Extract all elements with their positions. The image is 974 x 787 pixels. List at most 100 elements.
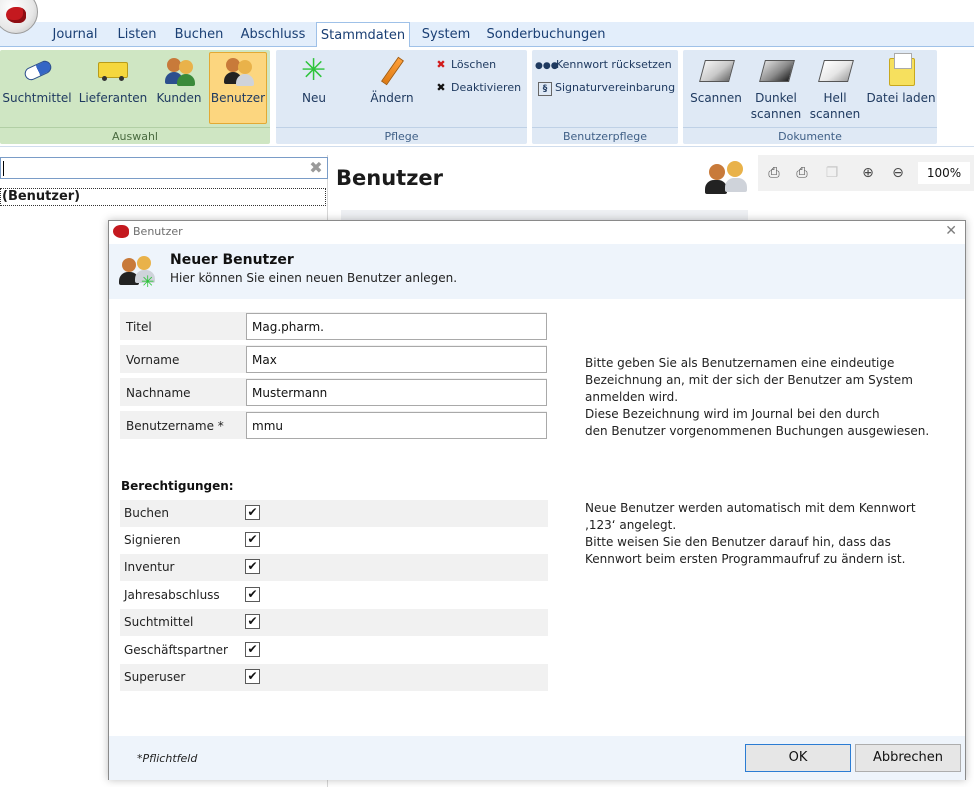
dialog-footer: *Pflichtfeld OK Abbrechen bbox=[109, 736, 965, 780]
copy-icon[interactable]: ❐ bbox=[822, 164, 842, 182]
hell-label-2: scannen bbox=[809, 107, 861, 121]
info-line: Kennwort beim ersten Programmaufruf zu ä… bbox=[585, 552, 906, 566]
permission-row-geschaeftspartner: Geschäftspartner ✔ bbox=[120, 637, 548, 664]
kennwort-label: Kennwort rücksetzen bbox=[556, 58, 672, 71]
permission-label: Superuser bbox=[124, 670, 186, 684]
permission-checkbox-suchtmittel[interactable]: ✔ bbox=[245, 614, 260, 629]
permission-row-jahresabschluss: Jahresabschluss ✔ bbox=[120, 582, 548, 609]
dialog-header-subtitle: Hier können Sie einen neuen Benutzer anl… bbox=[170, 271, 458, 285]
permission-row-buchen: Buchen ✔ bbox=[120, 500, 548, 527]
ribbon-group-title: Auswahl bbox=[0, 127, 270, 144]
paragraph-icon: § bbox=[538, 82, 552, 96]
aendern-button[interactable]: Ändern bbox=[358, 53, 426, 123]
ribbon-group-title: Benutzerpflege bbox=[532, 127, 678, 144]
titel-field[interactable] bbox=[246, 313, 547, 340]
permission-checkbox-signieren[interactable]: ✔ bbox=[245, 532, 260, 547]
titel-label: Titel bbox=[126, 320, 152, 334]
tab-system[interactable]: System bbox=[418, 24, 474, 47]
permission-checkbox-superuser[interactable]: ✔ bbox=[245, 669, 260, 684]
zoom-level[interactable]: 100% bbox=[918, 162, 970, 184]
scannen-label: Scannen bbox=[690, 91, 742, 105]
lieferanten-button[interactable]: Lieferanten bbox=[77, 53, 149, 123]
suchtmittel-button[interactable]: Suchtmittel bbox=[2, 53, 72, 123]
kennwort-ruecksetzen-button[interactable]: ●●●Kennwort rücksetzen bbox=[535, 56, 672, 74]
ribbon-group-dokumente: Scannen Dunkel scannen Hell scannen Date… bbox=[683, 50, 937, 144]
username-info-text: Bitte geben Sie als Benutzernamen eine e… bbox=[585, 355, 935, 440]
suchtmittel-label: Suchtmittel bbox=[2, 91, 72, 105]
customers-icon bbox=[163, 56, 195, 86]
ribbon: Suchtmittel Lieferanten Kunden Benutzer bbox=[0, 47, 974, 147]
ok-button[interactable]: OK bbox=[745, 744, 851, 772]
pill-icon bbox=[21, 56, 54, 86]
close-icon[interactable]: ✕ bbox=[945, 223, 957, 239]
aendern-label: Ändern bbox=[370, 91, 414, 105]
benutzer-label: Benutzer bbox=[210, 91, 266, 105]
permission-checkbox-buchen[interactable]: ✔ bbox=[245, 505, 260, 520]
neu-button[interactable]: ✳ Neu bbox=[282, 53, 346, 123]
scannen-button[interactable]: Scannen bbox=[687, 53, 745, 123]
dialog-titlebar: Benutzer ✕ bbox=[109, 221, 965, 244]
deaktivieren-label: Deaktivieren bbox=[451, 81, 522, 94]
vorname-row: Vorname bbox=[120, 345, 547, 373]
ribbon-group-auswahl: Suchtmittel Lieferanten Kunden Benutzer bbox=[0, 50, 270, 144]
permission-checkbox-geschaeftspartner[interactable]: ✔ bbox=[245, 642, 260, 657]
ribbon-group-title: Dokumente bbox=[683, 127, 937, 144]
zoom-in-icon[interactable]: ⊕ bbox=[858, 164, 878, 182]
permission-label: Jahresabschluss bbox=[124, 588, 220, 602]
permission-label: Buchen bbox=[124, 506, 170, 520]
tab-listen[interactable]: Listen bbox=[112, 24, 162, 47]
dialog-header-title: Neuer Benutzer bbox=[170, 252, 294, 268]
zoom-out-icon[interactable]: ⊖ bbox=[888, 164, 908, 182]
benutzer-button[interactable]: Benutzer bbox=[209, 52, 267, 124]
benutzername-row: Benutzername * bbox=[120, 411, 547, 439]
scan-dark-icon[interactable]: ⎙ bbox=[792, 164, 812, 182]
tab-stammdaten[interactable]: Stammdaten bbox=[316, 22, 410, 48]
permission-row-superuser: Superuser ✔ bbox=[120, 664, 548, 691]
clear-icon[interactable]: ✖ bbox=[307, 159, 325, 177]
users-icon bbox=[703, 160, 749, 196]
new-user-icon: ✳ bbox=[119, 254, 159, 290]
hell-label-1: Hell bbox=[823, 91, 847, 105]
kunden-label: Kunden bbox=[156, 91, 202, 105]
vorname-field[interactable] bbox=[246, 346, 547, 373]
permission-checkbox-jahresabschluss[interactable]: ✔ bbox=[245, 587, 260, 602]
permission-checkbox-inventur[interactable]: ✔ bbox=[245, 559, 260, 574]
permission-label: Geschäftspartner bbox=[124, 643, 228, 657]
tab-sonderbuchungen[interactable]: Sonderbuchungen bbox=[482, 24, 610, 47]
scan-icon[interactable]: ⎙ bbox=[764, 164, 784, 182]
neu-label: Neu bbox=[302, 91, 326, 105]
ribbon-group-pflege: ✳ Neu Ändern ✖ Löschen ✖ Deaktivieren Pfle… bbox=[276, 50, 527, 144]
benutzername-field[interactable] bbox=[246, 412, 547, 439]
nachname-row: Nachname bbox=[120, 378, 547, 406]
info-line: Bezeichnung an, mit der sich der Benutze… bbox=[585, 373, 913, 387]
tab-abschluss[interactable]: Abschluss bbox=[236, 24, 310, 47]
signatur-label: Signaturvereinbarung bbox=[555, 81, 676, 94]
datei-laden-button[interactable]: Datei laden bbox=[865, 53, 937, 123]
page-title: Benutzer bbox=[336, 166, 444, 190]
info-line: ‚123‘ angelegt. bbox=[585, 518, 677, 532]
scanner-icon bbox=[699, 56, 735, 86]
loeschen-label: Löschen bbox=[451, 58, 497, 71]
permissions-heading: Berechtigungen: bbox=[121, 479, 234, 493]
tree-item-benutzer[interactable]: (Benutzer) bbox=[0, 188, 326, 206]
pencil-icon bbox=[376, 56, 408, 86]
kunden-button[interactable]: Kunden bbox=[152, 53, 206, 123]
permission-row-suchtmittel: Suchtmittel ✔ bbox=[120, 609, 548, 636]
nachname-field[interactable] bbox=[246, 379, 547, 406]
permission-row-signieren: Signieren ✔ bbox=[120, 527, 548, 554]
signaturvereinbarung-button[interactable]: § Signaturvereinbarung bbox=[538, 79, 675, 97]
tab-buchen[interactable]: Buchen bbox=[170, 24, 228, 47]
cancel-button[interactable]: Abbrechen bbox=[855, 744, 961, 772]
dialog-title: Benutzer bbox=[133, 225, 183, 238]
search-input[interactable]: ✖ bbox=[0, 157, 328, 179]
titel-row: Titel bbox=[120, 312, 547, 340]
loeschen-button[interactable]: ✖ Löschen bbox=[434, 56, 496, 74]
deaktivieren-button[interactable]: ✖ Deaktivieren bbox=[434, 79, 521, 97]
datei-laden-label: Datei laden bbox=[866, 91, 936, 105]
deactivate-x-icon: ✖ bbox=[436, 81, 446, 94]
app-logo-icon bbox=[113, 225, 129, 238]
tab-journal[interactable]: Journal bbox=[46, 24, 104, 47]
app-logo-icon bbox=[6, 7, 26, 23]
password-dots-icon: ●●● bbox=[535, 61, 559, 71]
info-line: Bitte geben Sie als Benutzernamen eine e… bbox=[585, 356, 895, 370]
